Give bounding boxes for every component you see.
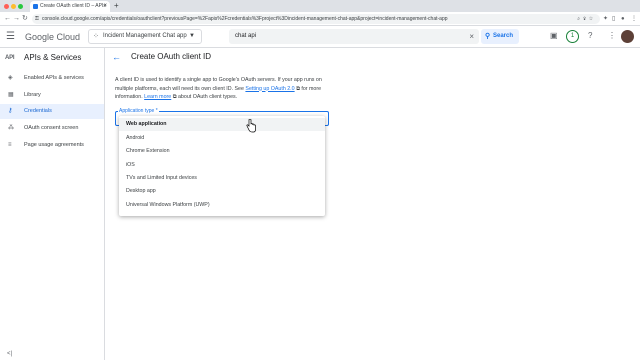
sidebar-item-label: Enabled APIs & services bbox=[24, 75, 84, 81]
chevron-down-icon: ▼ bbox=[189, 33, 195, 39]
cloud-favicon-icon bbox=[33, 4, 38, 9]
sidebar-title: APIs & Services bbox=[24, 53, 82, 62]
hamburger-menu-icon[interactable]: ☰ bbox=[6, 31, 15, 43]
search-icon: ⚲ bbox=[485, 33, 491, 40]
sidepanel-icon[interactable]: ▯ bbox=[612, 15, 615, 23]
omnibox-actions: ⌕⇪☆ bbox=[577, 14, 596, 24]
sidebar-item-page-usage[interactable]: ≡ Page usage agreements bbox=[0, 138, 104, 153]
avatar[interactable] bbox=[621, 30, 634, 43]
reload-icon[interactable]: ↻ bbox=[22, 14, 28, 24]
project-picker[interactable]: ⁘ Incident Management Chat app ▼ bbox=[88, 29, 202, 44]
tab-title: Create OAuth client ID – APIs bbox=[40, 3, 106, 9]
key-icon: ⚷ bbox=[8, 108, 13, 114]
sidebar-item-enabled-apis[interactable]: ◈ Enabled APIs & services bbox=[0, 71, 104, 86]
minimize-window-icon[interactable] bbox=[11, 4, 16, 9]
clear-search-icon[interactable]: × bbox=[469, 29, 474, 44]
option-web-application[interactable]: Web application bbox=[119, 118, 325, 131]
description-text: A client ID is used to identify a single… bbox=[115, 76, 330, 102]
library-icon: ▦ bbox=[8, 92, 14, 98]
application-type-label: Application type * bbox=[118, 108, 159, 114]
agreements-icon: ≡ bbox=[8, 142, 12, 148]
extensions-icon[interactable]: ✦ bbox=[603, 15, 608, 23]
url-input[interactable]: ⚿ console.cloud.google.com/apis/credenti… bbox=[32, 14, 600, 24]
logo-google: Google bbox=[25, 32, 55, 42]
google-cloud-logo[interactable]: Google Cloud bbox=[25, 31, 80, 43]
maximize-window-icon[interactable] bbox=[18, 4, 23, 9]
browser-tab[interactable]: Create OAuth client ID – APIs × bbox=[30, 1, 110, 12]
setting-up-oauth-link[interactable]: Setting up OAuth 2.0 bbox=[245, 86, 294, 92]
page-title: Create OAuth client ID bbox=[131, 52, 212, 61]
search-button[interactable]: ⚲ Search bbox=[481, 29, 519, 44]
cloud-header: ☰ Google Cloud ⁘ Incident Management Cha… bbox=[0, 26, 640, 48]
browser-menu-icon[interactable]: ⋮ bbox=[631, 15, 637, 23]
desc-text-3: about OAuth client types. bbox=[177, 94, 238, 100]
new-tab-button[interactable]: + bbox=[114, 1, 119, 11]
external-link-icon: ⧉ bbox=[171, 94, 178, 100]
sidebar-item-credentials[interactable]: ⚷ Credentials bbox=[0, 104, 104, 119]
search-input[interactable]: chat api × bbox=[229, 29, 479, 44]
forward-nav-icon[interactable]: → bbox=[13, 14, 20, 24]
project-icon: ⁘ bbox=[93, 33, 99, 40]
more-options-icon[interactable]: ⋮ bbox=[608, 30, 616, 42]
option-uwp[interactable]: Universal Windows Platform (UWP) bbox=[119, 199, 325, 212]
address-bar-row: ← → ↻ ⚿ console.cloud.google.com/apis/cr… bbox=[0, 12, 640, 26]
sidebar-item-label: Page usage agreements bbox=[24, 142, 84, 148]
bookmark-star-icon[interactable]: ☆ bbox=[589, 16, 596, 22]
back-nav-icon[interactable]: ← bbox=[4, 14, 11, 24]
sidebar-header: API APIs & Services bbox=[0, 51, 105, 65]
api-badge-icon: API bbox=[5, 55, 15, 61]
browser-tab-bar: Create OAuth client ID – APIs × + bbox=[0, 0, 640, 12]
close-window-icon[interactable] bbox=[4, 4, 9, 9]
option-desktop-app[interactable]: Desktop app bbox=[119, 185, 325, 198]
back-arrow-icon[interactable]: ← bbox=[112, 51, 121, 63]
sidebar-item-oauth-consent[interactable]: ⁂ OAuth consent screen bbox=[0, 121, 104, 136]
search-button-label: Search bbox=[493, 33, 514, 39]
option-android[interactable]: Android bbox=[119, 132, 325, 145]
sidebar-item-label: Credentials bbox=[24, 108, 52, 114]
learn-more-link[interactable]: Learn more bbox=[144, 94, 171, 100]
lock-icon: ⚿ bbox=[35, 16, 39, 22]
collapse-sidebar-button[interactable]: <| bbox=[7, 351, 12, 357]
sidebar: API APIs & Services ◈ Enabled APIs & ser… bbox=[0, 48, 105, 360]
logo-cloud: Cloud bbox=[56, 32, 81, 42]
project-name: Incident Management Chat app bbox=[103, 33, 187, 39]
profile-small-icon[interactable]: ● bbox=[621, 15, 625, 23]
help-icon[interactable]: ? bbox=[588, 30, 592, 42]
url-text: console.cloud.google.com/apis/credential… bbox=[42, 16, 448, 22]
notifications-badge[interactable]: 1 bbox=[566, 30, 579, 43]
cloud-shell-icon[interactable]: ▣ bbox=[550, 30, 558, 42]
diamond-icon: ◈ bbox=[8, 75, 13, 81]
sidebar-item-label: OAuth consent screen bbox=[24, 125, 79, 131]
application-type-dropdown: Web application Android Chrome Extension… bbox=[119, 116, 325, 216]
search-value: chat api bbox=[235, 33, 257, 39]
hand-cursor-icon bbox=[246, 119, 256, 133]
sidebar-item-label: Library bbox=[24, 92, 41, 98]
option-ios[interactable]: iOS bbox=[119, 159, 325, 172]
option-tvs-limited-input[interactable]: TVs and Limited Input devices bbox=[119, 172, 325, 185]
sidebar-item-library[interactable]: ▦ Library bbox=[0, 88, 104, 103]
tab-close-icon[interactable]: × bbox=[103, 1, 107, 12]
consent-icon: ⁂ bbox=[8, 125, 14, 131]
option-chrome-extension[interactable]: Chrome Extension bbox=[119, 145, 325, 158]
